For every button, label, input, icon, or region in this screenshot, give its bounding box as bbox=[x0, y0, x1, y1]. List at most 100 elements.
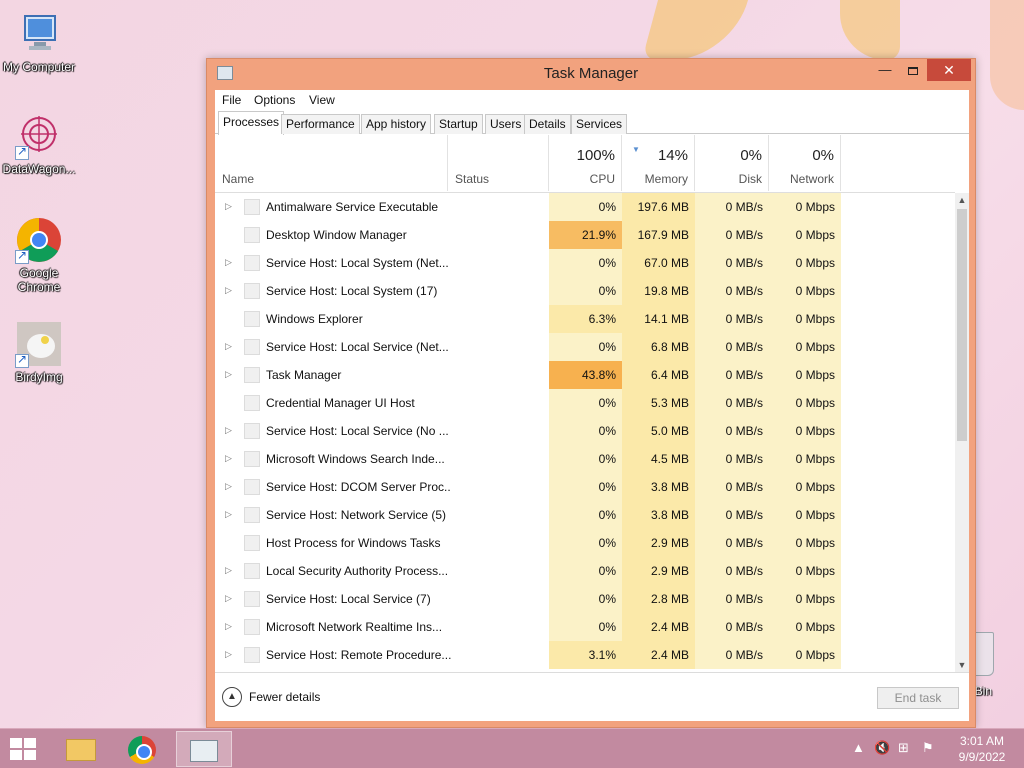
cpu-cell: 0% bbox=[549, 417, 622, 445]
menu-options[interactable]: Options bbox=[254, 93, 295, 107]
process-name: Antimalware Service Executable bbox=[266, 200, 439, 214]
start-button[interactable] bbox=[10, 738, 38, 762]
table-row[interactable]: ▷ Local Security Authority Process... 0% 2.… bbox=[215, 557, 955, 585]
disk-cell: 0 MB/s bbox=[695, 417, 769, 445]
table-row[interactable]: ▷ Service Host: Remote Procedure... 3.1% 2.… bbox=[215, 641, 955, 669]
column-header-network[interactable]: 0% Network bbox=[769, 135, 841, 191]
process-name: Host Process for Windows Tasks bbox=[266, 536, 441, 550]
chevron-right-icon[interactable]: ▷ bbox=[225, 593, 232, 604]
column-header-cpu[interactable]: 100% CPU bbox=[549, 135, 622, 191]
table-row[interactable]: ▷ Service Host: Local Service (No ... 0% 5.… bbox=[215, 417, 955, 445]
chevron-right-icon[interactable]: ▷ bbox=[225, 649, 232, 660]
process-name: Service Host: Remote Procedure... bbox=[266, 648, 451, 662]
memory-cell: 5.3 MB bbox=[622, 389, 695, 417]
maximize-button[interactable] bbox=[899, 59, 927, 81]
table-row[interactable]: ▷ Microsoft Windows Search Inde... 0% 4.5 M… bbox=[215, 445, 955, 473]
column-header-status[interactable]: Status bbox=[448, 135, 549, 191]
minimize-button[interactable]: — bbox=[871, 59, 899, 81]
process-icon bbox=[244, 507, 260, 523]
network-cell: 0 Mbps bbox=[769, 613, 841, 641]
network-cell: 0 Mbps bbox=[769, 193, 841, 221]
memory-cell: 14.1 MB bbox=[622, 305, 695, 333]
chevron-right-icon[interactable]: ▷ bbox=[225, 621, 232, 632]
desktop-icon-datawagon[interactable]: DataWagon... bbox=[0, 112, 78, 176]
column-header-disk[interactable]: 0% Disk bbox=[695, 135, 769, 191]
desktop-icon-my-computer[interactable]: My Computer bbox=[0, 10, 78, 74]
show-hidden-icons-icon[interactable]: ▲ bbox=[852, 740, 865, 755]
title-bar[interactable]: Task Manager — ✕ bbox=[207, 59, 975, 89]
process-icon bbox=[244, 451, 260, 467]
process-name: Microsoft Windows Search Inde... bbox=[266, 452, 445, 466]
taskbar-chrome[interactable] bbox=[114, 731, 170, 767]
cpu-cell: 43.8% bbox=[549, 361, 622, 389]
fewer-details-link[interactable]: Fewer details bbox=[249, 690, 320, 704]
table-row[interactable]: ▷ Antimalware Service Executable 0% 197.6 M… bbox=[215, 193, 955, 221]
desktop-icon-google-chrome[interactable]: Google Chrome bbox=[0, 216, 78, 294]
memory-cell: 2.8 MB bbox=[622, 585, 695, 613]
chevron-right-icon[interactable]: ▷ bbox=[225, 509, 232, 520]
tab-users[interactable]: Users bbox=[485, 114, 527, 134]
chevron-right-icon[interactable]: ▷ bbox=[225, 341, 232, 352]
chevron-right-icon[interactable]: ▷ bbox=[225, 285, 232, 296]
chevron-right-icon[interactable]: ▷ bbox=[225, 201, 232, 212]
scroll-down-icon[interactable]: ▼ bbox=[955, 658, 969, 672]
volume-muted-icon[interactable]: 🔇 bbox=[874, 740, 890, 756]
chevron-right-icon[interactable]: ▷ bbox=[225, 369, 232, 380]
column-header-memory[interactable]: ▼ 14% Memory bbox=[622, 135, 695, 191]
table-row[interactable]: ▷ Service Host: Local Service (Net... 0% 6.… bbox=[215, 333, 955, 361]
process-icon bbox=[244, 535, 260, 551]
tab-services[interactable]: Services bbox=[571, 114, 628, 134]
tab-app-history[interactable]: App history bbox=[361, 114, 432, 134]
table-row[interactable]: ▷ Service Host: Local Service (7) 0% 2.8 MB… bbox=[215, 585, 955, 613]
desktop-icon-label: BirdyImg bbox=[15, 370, 63, 384]
chevron-right-icon[interactable]: ▷ bbox=[225, 481, 232, 492]
column-header-label: CPU bbox=[589, 172, 615, 186]
table-row[interactable]: Desktop Window Manager 21.9% 167.9 MB 0 MB/… bbox=[215, 221, 955, 249]
process-name: Service Host: Network Service (5) bbox=[266, 508, 447, 522]
scroll-up-icon[interactable]: ▲ bbox=[955, 193, 969, 207]
table-row[interactable]: Windows Explorer 6.3% 14.1 MB 0 MB/s 0 Mbps bbox=[215, 305, 955, 333]
table-row[interactable]: Credential Manager UI Host 0% 5.3 MB 0 MB/s… bbox=[215, 389, 955, 417]
table-row[interactable]: ▷ Service Host: DCOM Server Proc... 0% 3.8 … bbox=[215, 473, 955, 501]
tab-processes[interactable]: Processes bbox=[218, 111, 285, 135]
column-header-name[interactable]: Name bbox=[215, 135, 448, 191]
tab-startup[interactable]: Startup bbox=[434, 114, 483, 134]
scrollbar-thumb[interactable] bbox=[957, 209, 967, 441]
tab-strip: Processes Performance App history Startu… bbox=[215, 110, 969, 135]
disk-cell: 0 MB/s bbox=[695, 221, 769, 249]
chevron-right-icon[interactable]: ▷ bbox=[225, 425, 232, 436]
table-row[interactable]: Host Process for Windows Tasks 0% 2.9 MB 0 … bbox=[215, 529, 955, 557]
column-header-label: Name bbox=[222, 172, 255, 186]
tab-details[interactable]: Details bbox=[524, 114, 571, 134]
cpu-cell: 0% bbox=[549, 193, 622, 221]
computer-icon bbox=[15, 10, 63, 58]
menu-view[interactable]: View bbox=[309, 93, 335, 107]
chevron-right-icon[interactable]: ▷ bbox=[225, 257, 232, 268]
taskbar-clock[interactable]: 3:01 AM 9/9/2022 bbox=[950, 733, 1014, 765]
close-button[interactable]: ✕ bbox=[927, 59, 971, 81]
action-center-flag-icon[interactable]: ⚑ bbox=[922, 740, 934, 756]
minimize-icon: — bbox=[878, 62, 892, 77]
menu-file[interactable]: File bbox=[222, 93, 241, 107]
taskbar-file-explorer[interactable] bbox=[52, 731, 108, 767]
table-row[interactable]: ▷ Task Manager 43.8% 6.4 MB 0 MB/s 0 Mbps bbox=[215, 361, 955, 389]
vertical-scrollbar[interactable]: ▲ ▼ bbox=[955, 193, 969, 672]
network-cell: 0 Mbps bbox=[769, 221, 841, 249]
process-table: Name Status 100% CPU ▼ 14% Memory 0% Dis… bbox=[215, 135, 969, 672]
table-row[interactable]: ▷ Microsoft Network Realtime Ins... 0% 2.4 … bbox=[215, 613, 955, 641]
table-row[interactable]: ▷ Service Host: Local System (17) 0% 19.8 M… bbox=[215, 277, 955, 305]
network-icon[interactable]: ⊞ bbox=[898, 740, 909, 756]
cpu-cell: 0% bbox=[549, 529, 622, 557]
process-name: Service Host: Local System (Net... bbox=[266, 256, 449, 270]
table-row[interactable]: ▷ Service Host: Network Service (5) 0% 3.8 … bbox=[215, 501, 955, 529]
end-task-button[interactable]: End task bbox=[877, 687, 959, 709]
close-icon: ✕ bbox=[943, 62, 955, 78]
chevron-up-circle-icon[interactable]: ▲ bbox=[222, 687, 242, 707]
table-row[interactable]: ▷ Service Host: Local System (Net... 0% 67.… bbox=[215, 249, 955, 277]
taskbar-task-manager[interactable] bbox=[176, 731, 232, 767]
chevron-right-icon[interactable]: ▷ bbox=[225, 453, 232, 464]
chevron-right-icon[interactable]: ▷ bbox=[225, 565, 232, 576]
tab-performance[interactable]: Performance bbox=[281, 114, 360, 134]
cpu-cell: 0% bbox=[549, 249, 622, 277]
desktop-icon-birdyimg[interactable]: BirdyImg bbox=[0, 320, 78, 384]
